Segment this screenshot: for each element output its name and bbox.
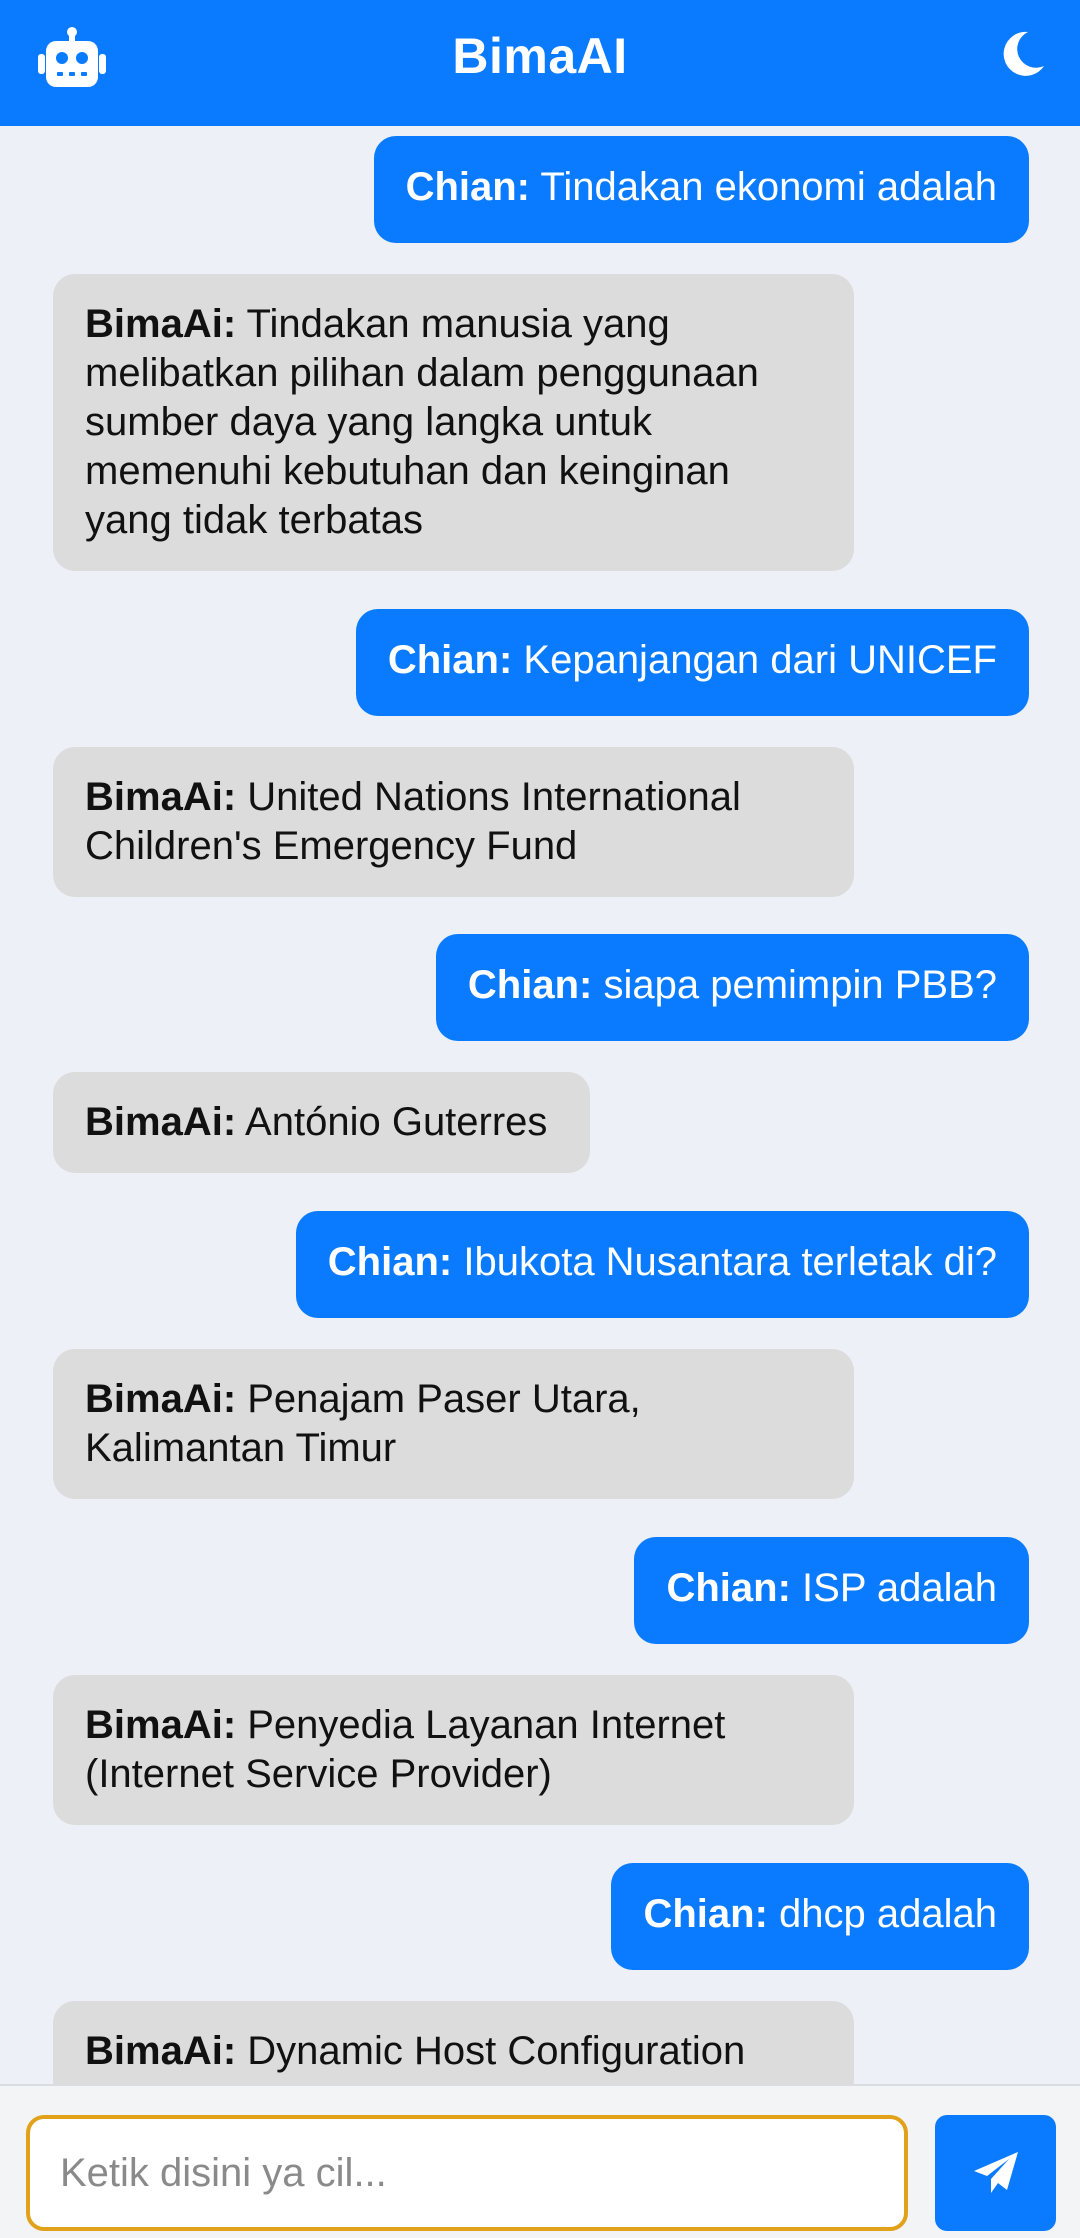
message-input[interactable] <box>26 2115 908 2231</box>
message-sender: BimaAi: <box>85 775 237 819</box>
moon-icon[interactable] <box>1002 30 1046 78</box>
message-text: Kepanjangan dari UNICEF <box>512 638 997 682</box>
send-button[interactable] <box>935 2115 1056 2231</box>
message-sender: Chian: <box>467 963 593 1007</box>
bot-message: BimaAi: United Nations International Chi… <box>53 747 854 897</box>
message-text: siapa pemimpin PBB? <box>592 963 997 1007</box>
user-message: Chian: Ibukota Nusantara terletak di? <box>295 1211 1029 1318</box>
user-message: Chian: ISP adalah <box>634 1537 1029 1644</box>
message-sender: BimaAi: <box>85 1703 237 1747</box>
bot-message: BimaAi: Tindakan manusia yang melibatkan… <box>53 274 854 571</box>
message-sender: BimaAi: <box>85 302 237 346</box>
message-sender: Chian: <box>666 1566 791 1610</box>
message-text: António Guterres <box>236 1100 548 1144</box>
message-sender: BimaAi: <box>85 2029 237 2073</box>
message-sender: Chian: <box>387 638 513 682</box>
message-sender: Chian: <box>643 1892 768 1936</box>
bot-message: BimaAi: Penyedia Layanan Internet (Inter… <box>53 1675 854 1825</box>
user-message: Chian: siapa pemimpin PBB? <box>435 934 1029 1041</box>
user-message: Chian: dhcp adalah <box>611 1863 1029 1970</box>
app-title: BimaAI <box>452 28 628 84</box>
user-message: Chian: Tindakan ekonomi adalah <box>373 136 1029 243</box>
message-text: Tindakan ekonomi adalah <box>530 165 997 209</box>
message-composer <box>0 2084 1080 2238</box>
chat-messages[interactable]: Chian: Tindakan ekonomi adalah BimaAi: T… <box>0 126 1080 2084</box>
message-sender: Chian: <box>405 165 530 209</box>
message-text: ISP adalah <box>790 1566 997 1610</box>
chat-app: BimaAI Chian: Tindakan ekonomi adalah Bi… <box>0 0 1080 2238</box>
message-sender: BimaAi: <box>85 1100 237 1144</box>
message-text: Dynamic Host Configuration <box>236 2029 746 2073</box>
message-text: Ibukota Nusantara terletak di? <box>452 1240 997 1284</box>
paper-plane-icon <box>974 2152 1018 2193</box>
message-text: dhcp adalah <box>767 1892 997 1936</box>
bot-message: BimaAi: António Guterres <box>53 1072 590 1173</box>
message-sender: BimaAi: <box>85 1377 237 1421</box>
app-header: BimaAI <box>0 0 1080 126</box>
bot-message: BimaAi: Penajam Paser Utara, Kalimantan … <box>53 1349 854 1499</box>
message-sender: Chian: <box>327 1240 453 1284</box>
bot-message: BimaAi: Dynamic Host Configuration <box>53 2001 854 2084</box>
user-message: Chian: Kepanjangan dari UNICEF <box>355 609 1029 716</box>
